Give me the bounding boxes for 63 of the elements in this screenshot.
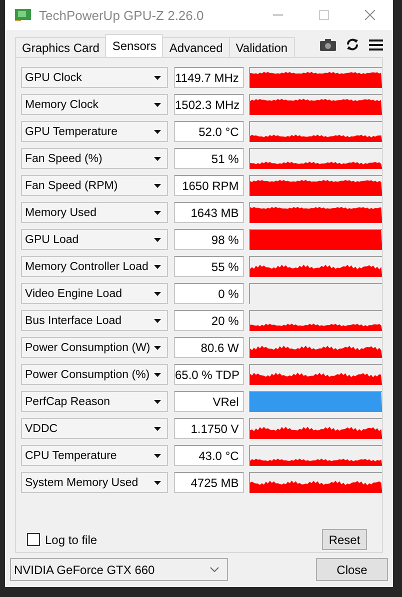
caret-icon bbox=[154, 156, 162, 160]
sensor-dropdown[interactable]: VDDC bbox=[21, 418, 168, 439]
camera-icon[interactable] bbox=[320, 38, 336, 50]
sensor-dropdown[interactable]: Power Consumption (%) bbox=[21, 364, 168, 385]
close-icon[interactable] bbox=[365, 10, 375, 20]
caret-icon bbox=[154, 346, 162, 350]
sensor-value: 55 % bbox=[174, 256, 244, 277]
refresh-icon[interactable] bbox=[346, 38, 359, 51]
sensor-value: 1502.3 MHz bbox=[174, 94, 244, 115]
caret-icon bbox=[154, 318, 162, 322]
sensor-dropdown[interactable]: Bus Interface Load bbox=[21, 310, 168, 331]
caret-icon bbox=[154, 102, 161, 106]
sensor-dropdown[interactable]: System Memory Used bbox=[21, 472, 168, 493]
gpu-dropdown[interactable]: NVIDIA GeForce GTX 660 bbox=[10, 558, 228, 581]
sensor-value: 80.6 W bbox=[174, 337, 244, 358]
caret-icon bbox=[154, 238, 162, 242]
sensor-dropdown[interactable]: Memory Controller Load bbox=[21, 256, 168, 277]
sensor-dropdown[interactable]: GPU Clock bbox=[21, 67, 168, 88]
sensor-value: VRel bbox=[174, 391, 244, 412]
sensor-dropdown[interactable]: GPU Load bbox=[21, 229, 168, 250]
caret-icon bbox=[154, 210, 162, 214]
caret-icon bbox=[154, 426, 162, 430]
sensor-value: 51 % bbox=[174, 148, 244, 169]
caret-icon bbox=[154, 264, 162, 268]
caret-icon bbox=[154, 130, 162, 134]
sensor-value: 98 % bbox=[174, 229, 244, 250]
chevron-down-icon bbox=[210, 567, 219, 572]
sensor-dropdown[interactable]: Video Engine Load bbox=[21, 283, 168, 304]
sensor-value: 1650 RPM bbox=[174, 175, 244, 196]
caret-icon bbox=[154, 372, 161, 376]
tab[interactable]: Graphics Card bbox=[15, 37, 106, 57]
sensor-dropdown[interactable]: Memory Clock bbox=[21, 94, 168, 115]
sensor-value: 20 % bbox=[174, 310, 244, 331]
sensor-value: 65.0 % TDP bbox=[174, 364, 244, 385]
caret-icon bbox=[154, 76, 162, 80]
sensor-dropdown[interactable]: Fan Speed (%) bbox=[21, 148, 168, 169]
sensor-dropdown[interactable]: GPU Temperature bbox=[21, 121, 168, 142]
checkbox-label: Log to file bbox=[45, 532, 98, 546]
sensor-dropdown[interactable]: Power Consumption (W) bbox=[21, 337, 168, 358]
sensor-dropdown[interactable]: Fan Speed (RPM) bbox=[21, 175, 168, 196]
sensor-value: 1643 MB bbox=[174, 202, 244, 223]
caret-icon bbox=[154, 184, 162, 188]
app-icon bbox=[15, 9, 31, 21]
reset-button[interactable]: Reset bbox=[322, 529, 367, 550]
caret-icon bbox=[154, 292, 162, 296]
sensor-dropdown[interactable]: PerfCap Reason bbox=[21, 391, 168, 412]
caret-icon bbox=[154, 454, 162, 458]
sensor-value: 4725 MB bbox=[174, 472, 244, 493]
sensor-value: 0 % bbox=[174, 283, 244, 304]
sensor-dropdown[interactable]: Memory Used bbox=[21, 202, 168, 223]
close-button[interactable]: Close bbox=[316, 558, 388, 581]
menu-icon[interactable] bbox=[369, 38, 383, 50]
sensor-value: 1149.7 MHz bbox=[174, 67, 244, 88]
sensor-value: 1.1750 V bbox=[174, 418, 244, 439]
checkbox[interactable] bbox=[27, 533, 40, 546]
sensor-dropdown[interactable]: CPU Temperature bbox=[21, 445, 168, 466]
sensor-value: 43.0 °C bbox=[174, 445, 244, 466]
tab[interactable]: Validation bbox=[228, 37, 295, 57]
caret-icon bbox=[154, 400, 162, 404]
sensor-value: 52.0 °C bbox=[174, 121, 244, 142]
tab[interactable]: Sensors bbox=[105, 34, 164, 57]
window-title: TechPowerUp GPU-Z 2.26.0 bbox=[39, 8, 205, 22]
caret-icon bbox=[154, 480, 162, 484]
